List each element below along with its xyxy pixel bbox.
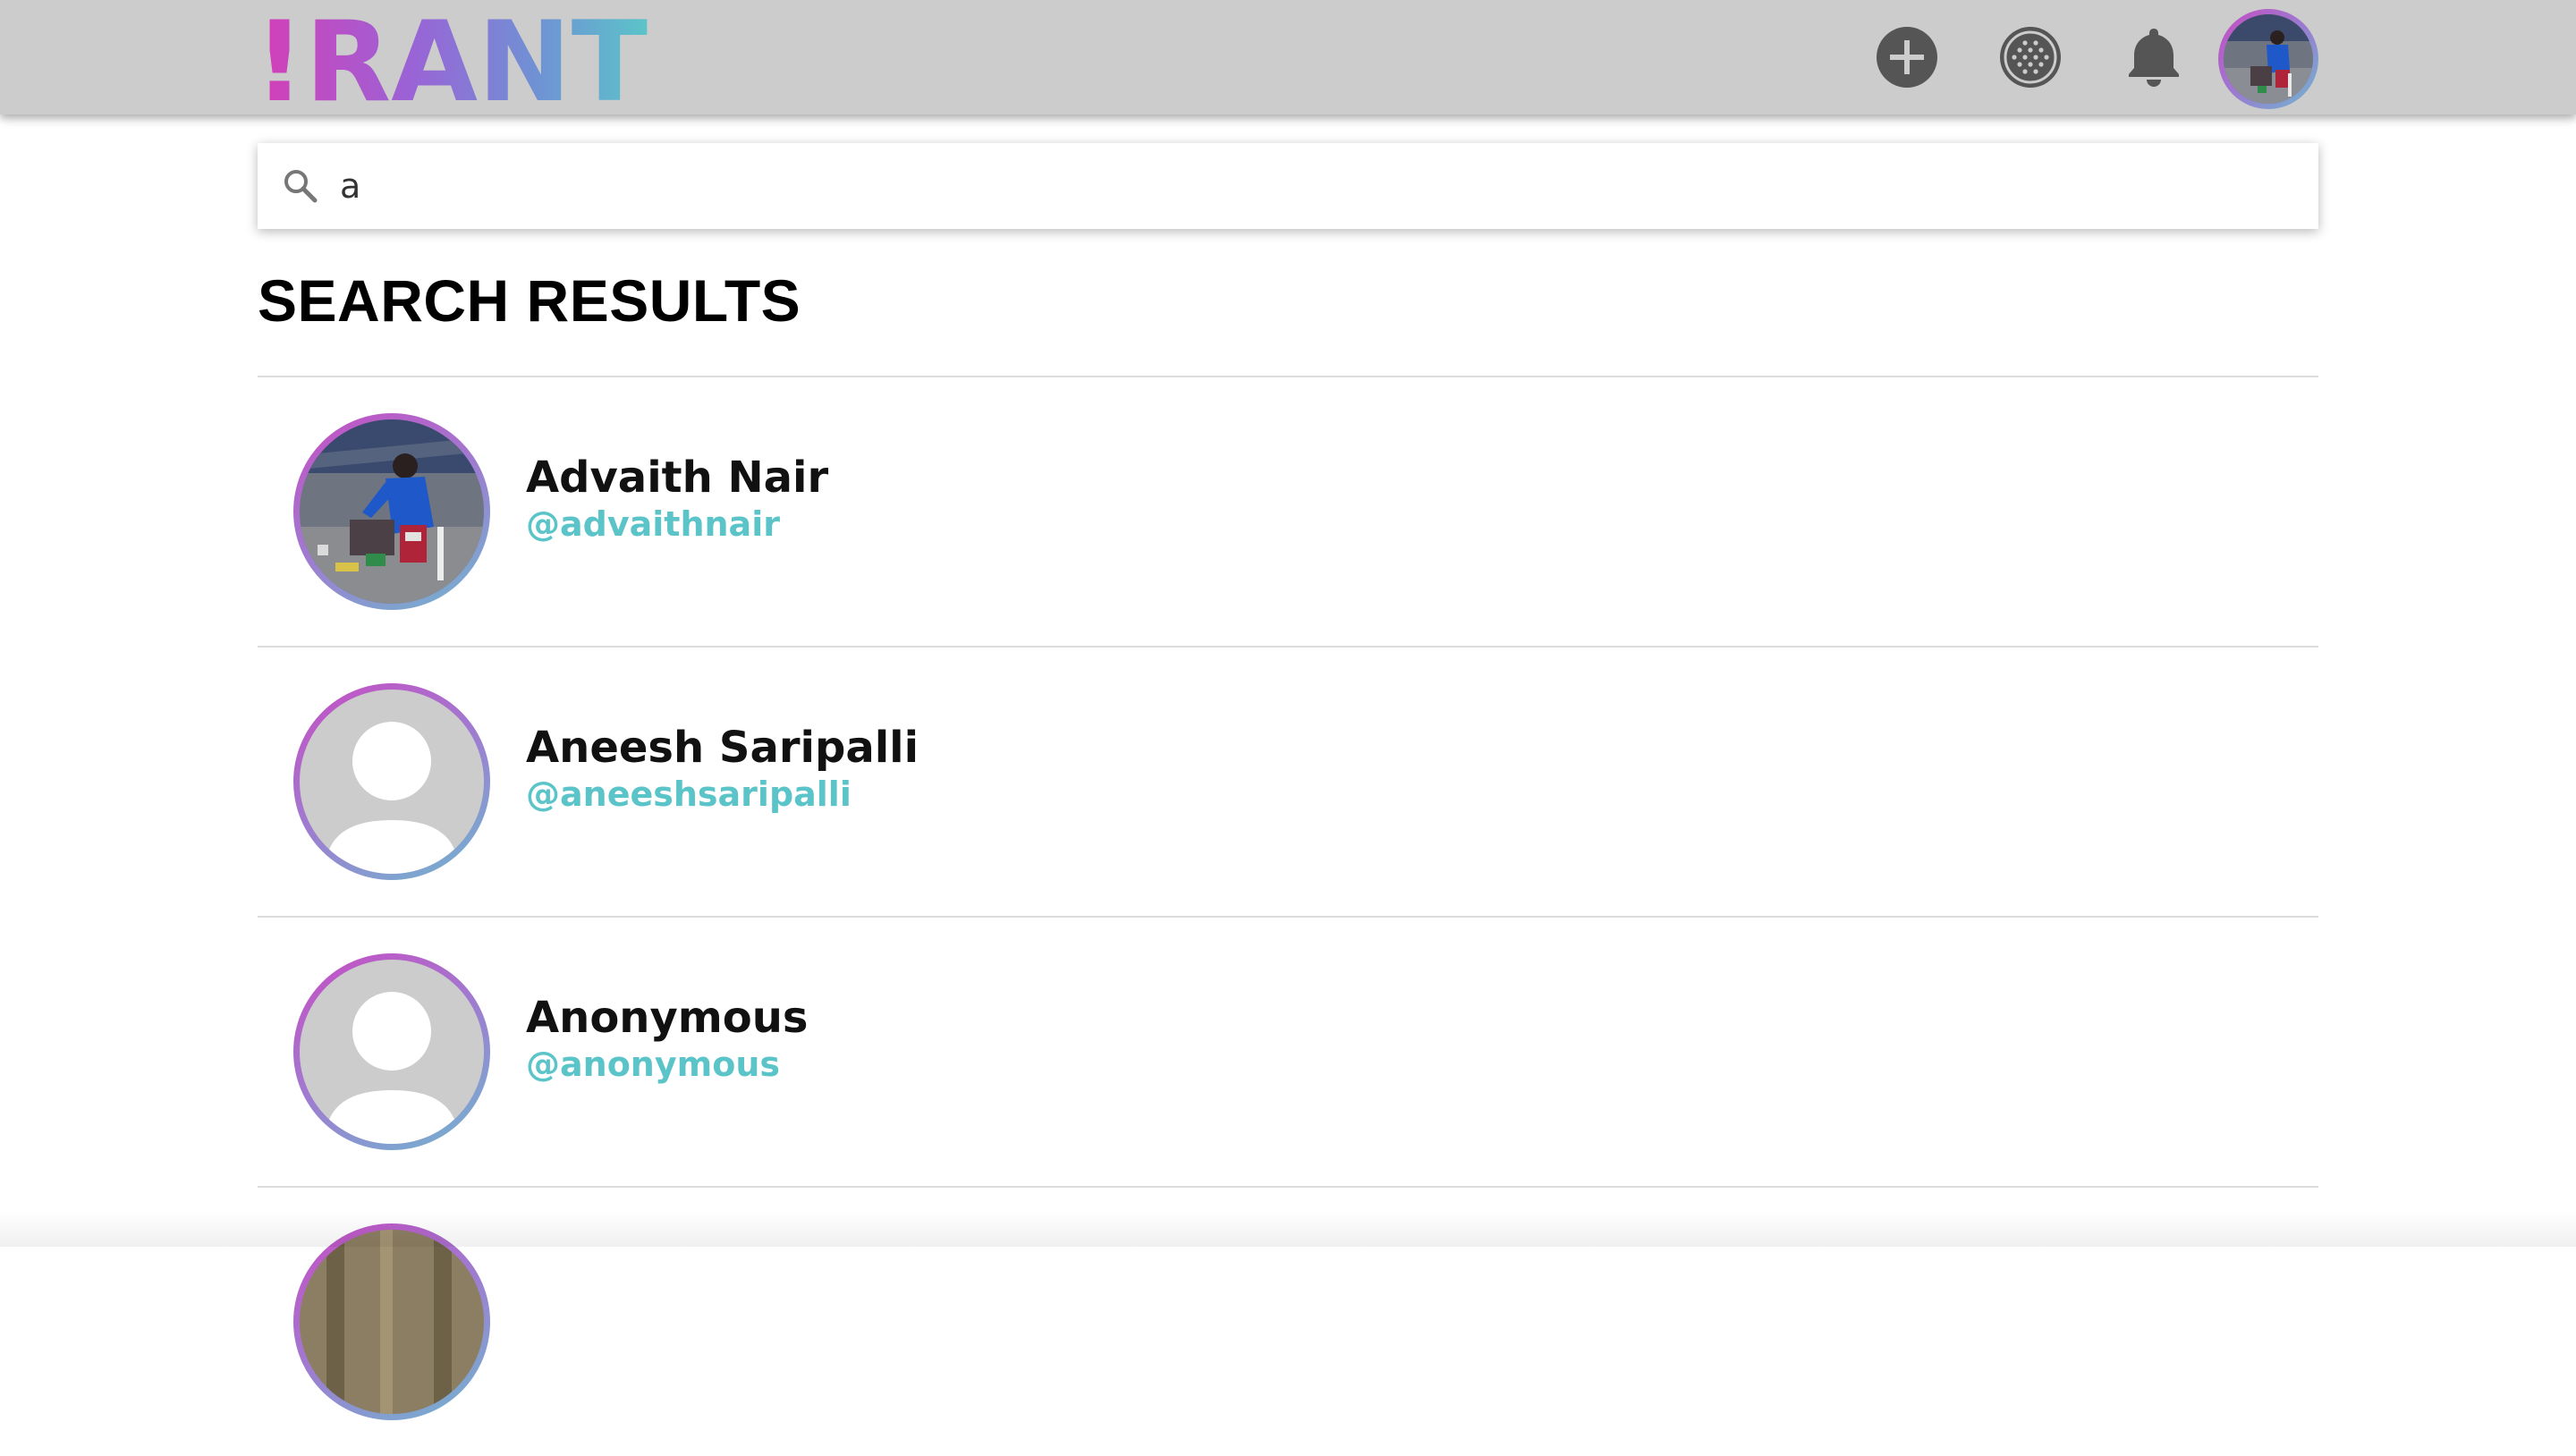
explore-button[interactable] xyxy=(1998,25,2063,89)
avatar[interactable] xyxy=(293,953,490,1150)
avatar[interactable] xyxy=(293,413,490,610)
notifications-button[interactable] xyxy=(2122,25,2186,89)
bell-icon xyxy=(2129,29,2179,87)
result-name[interactable]: Anonymous xyxy=(526,993,809,1043)
search-bar xyxy=(258,143,2318,229)
bottom-scroll-shadow xyxy=(0,1209,2576,1247)
plus-circle-icon xyxy=(1877,27,1937,88)
result-name[interactable]: Aneesh Saripalli xyxy=(526,723,919,773)
avatar[interactable] xyxy=(293,1223,490,1420)
result-handle[interactable]: @anonymous xyxy=(526,1045,780,1084)
user-photo-avatar xyxy=(300,419,484,604)
logo-text: !RANT xyxy=(254,11,648,104)
search-result-row[interactable]: Anonymous @anonymous xyxy=(258,918,2318,1186)
search-results-list: Advaith Nair @advaithnair Aneesh Saripal… xyxy=(258,376,2318,1456)
result-handle[interactable]: @advaithnair xyxy=(526,504,780,544)
search-result-row[interactable]: Aneesh Saripalli @aneeshsaripalli xyxy=(258,648,2318,916)
create-post-button[interactable] xyxy=(1875,25,1939,89)
profile-avatar-button[interactable] xyxy=(2218,9,2318,109)
search-results-heading: SEARCH RESULTS xyxy=(258,267,801,334)
default-user-icon xyxy=(300,690,484,874)
user-photo-avatar xyxy=(300,1230,484,1414)
user-avatar xyxy=(2224,14,2313,104)
rant-logo[interactable]: !RANT xyxy=(254,11,651,104)
default-user-icon xyxy=(300,960,484,1144)
result-handle[interactable]: @aneeshsaripalli xyxy=(526,775,852,814)
search-icon xyxy=(284,170,318,203)
dot-grid-icon xyxy=(2000,27,2061,88)
search-result-row[interactable]: Advaith Nair @advaithnair xyxy=(258,377,2318,646)
result-name[interactable]: Advaith Nair xyxy=(526,453,828,503)
top-nav-bar: !RANT xyxy=(0,0,2576,114)
avatar[interactable] xyxy=(293,683,490,880)
search-input[interactable] xyxy=(340,143,2318,229)
